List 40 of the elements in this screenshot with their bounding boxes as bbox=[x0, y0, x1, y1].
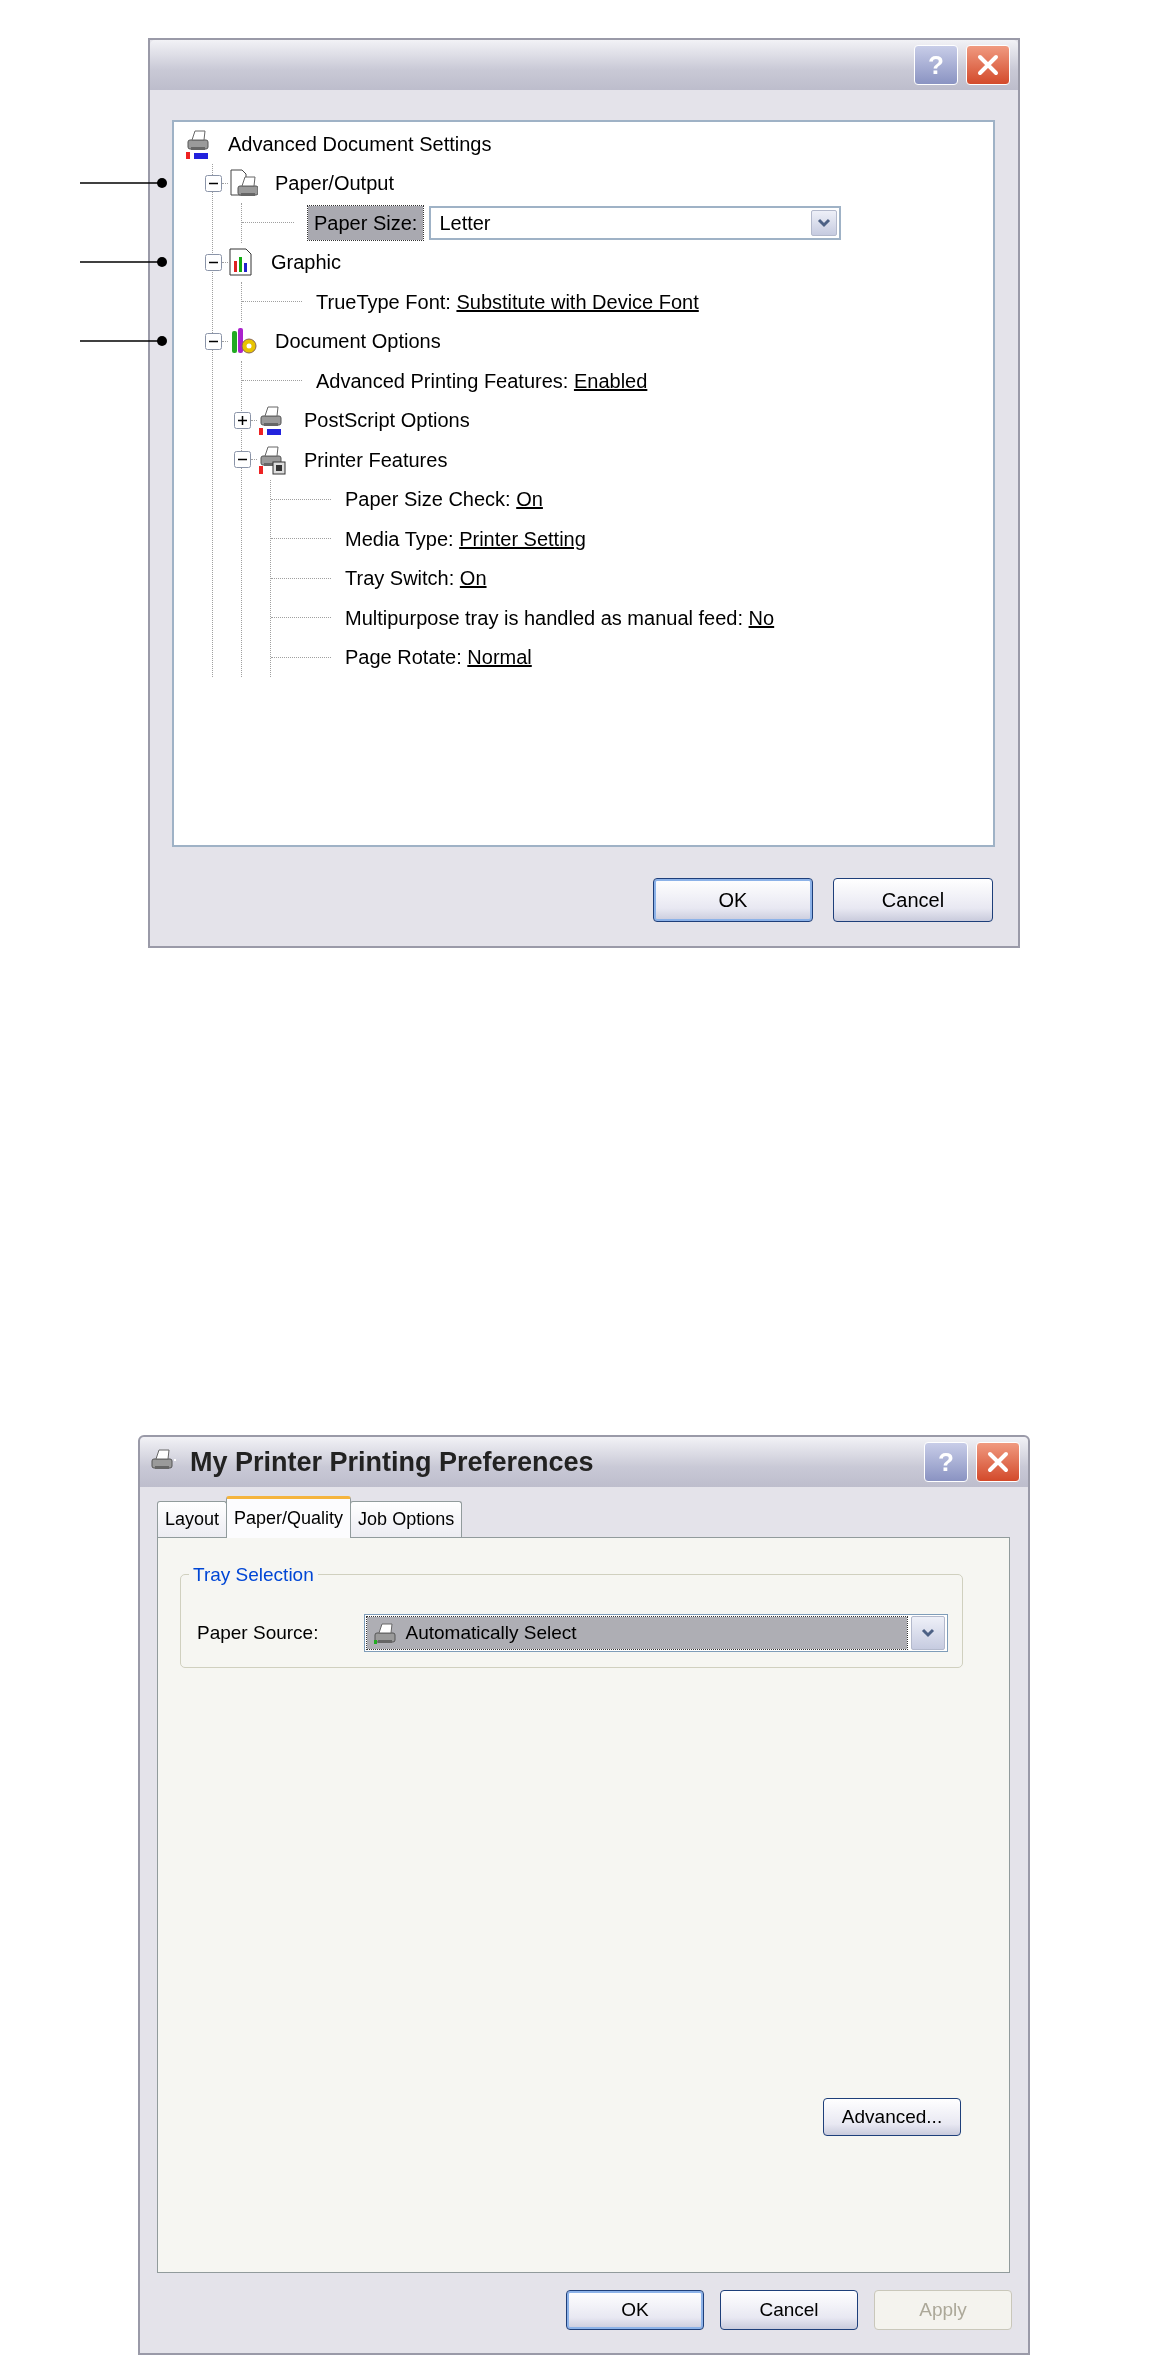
dialog-button[interactable]: Cancel bbox=[720, 2290, 858, 2330]
printer-icon bbox=[257, 443, 287, 476]
setting-label[interactable]: Paper Size: bbox=[308, 205, 424, 240]
collapse-icon[interactable] bbox=[205, 332, 222, 350]
dialog-button[interactable]: OK bbox=[566, 2290, 704, 2330]
tree-item[interactable]: PostScript Options bbox=[304, 405, 470, 436]
field-label: Paper Source: bbox=[197, 1620, 319, 1645]
advanced-button[interactable]: Advanced... bbox=[823, 2098, 961, 2136]
collapse-icon[interactable] bbox=[205, 253, 222, 271]
close-icon bbox=[985, 1449, 1011, 1475]
bar-chart-icon bbox=[228, 247, 254, 278]
expand-icon[interactable] bbox=[234, 411, 251, 429]
paper-size-dropdown[interactable]: Letter bbox=[429, 205, 842, 240]
close-icon bbox=[975, 52, 1001, 78]
caret-icon bbox=[817, 217, 832, 228]
paper-source-dropdown[interactable]: Automatically Select bbox=[364, 1614, 948, 1652]
tab[interactable]: Job Options bbox=[350, 1501, 463, 1537]
setting-text[interactable]: Multipurpose tray is handled as manual feed: No bbox=[345, 602, 775, 633]
tree-item[interactable]: Document Options bbox=[275, 326, 441, 357]
dialog-button[interactable]: Cancel bbox=[833, 878, 993, 922]
tree-item[interactable]: Graphic bbox=[271, 247, 342, 278]
setting-text[interactable]: Paper Size Check: On bbox=[345, 484, 543, 515]
page-printer-icon bbox=[228, 168, 258, 199]
setting-text[interactable]: Advanced Printing Features: Enabled bbox=[316, 365, 648, 396]
window-title: My Printer Printing Preferences bbox=[190, 1445, 595, 1479]
close-button[interactable] bbox=[976, 1442, 1020, 1482]
collapse-icon[interactable] bbox=[234, 451, 251, 469]
setting-text[interactable]: Tray Switch: On bbox=[345, 563, 487, 594]
setting-text[interactable]: Page Rotate: Normal bbox=[345, 642, 532, 673]
tree-item[interactable]: Paper/Output bbox=[275, 168, 394, 199]
close-button[interactable] bbox=[966, 45, 1010, 85]
setting-text[interactable]: TrueType Font: Substitute with Device Font bbox=[316, 286, 699, 317]
tree-item[interactable]: Advanced Document Settings bbox=[228, 128, 492, 159]
dialog-button[interactable]: OK bbox=[653, 878, 813, 922]
collapse-icon[interactable] bbox=[205, 174, 222, 192]
tab[interactable]: Paper/Quality bbox=[226, 1496, 352, 1538]
caret-icon bbox=[921, 1628, 935, 1638]
setting-text[interactable]: Media Type: Printer Setting bbox=[345, 523, 586, 554]
tab[interactable]: Layout bbox=[157, 1501, 228, 1537]
tree-item[interactable]: Printer Features bbox=[304, 444, 448, 475]
